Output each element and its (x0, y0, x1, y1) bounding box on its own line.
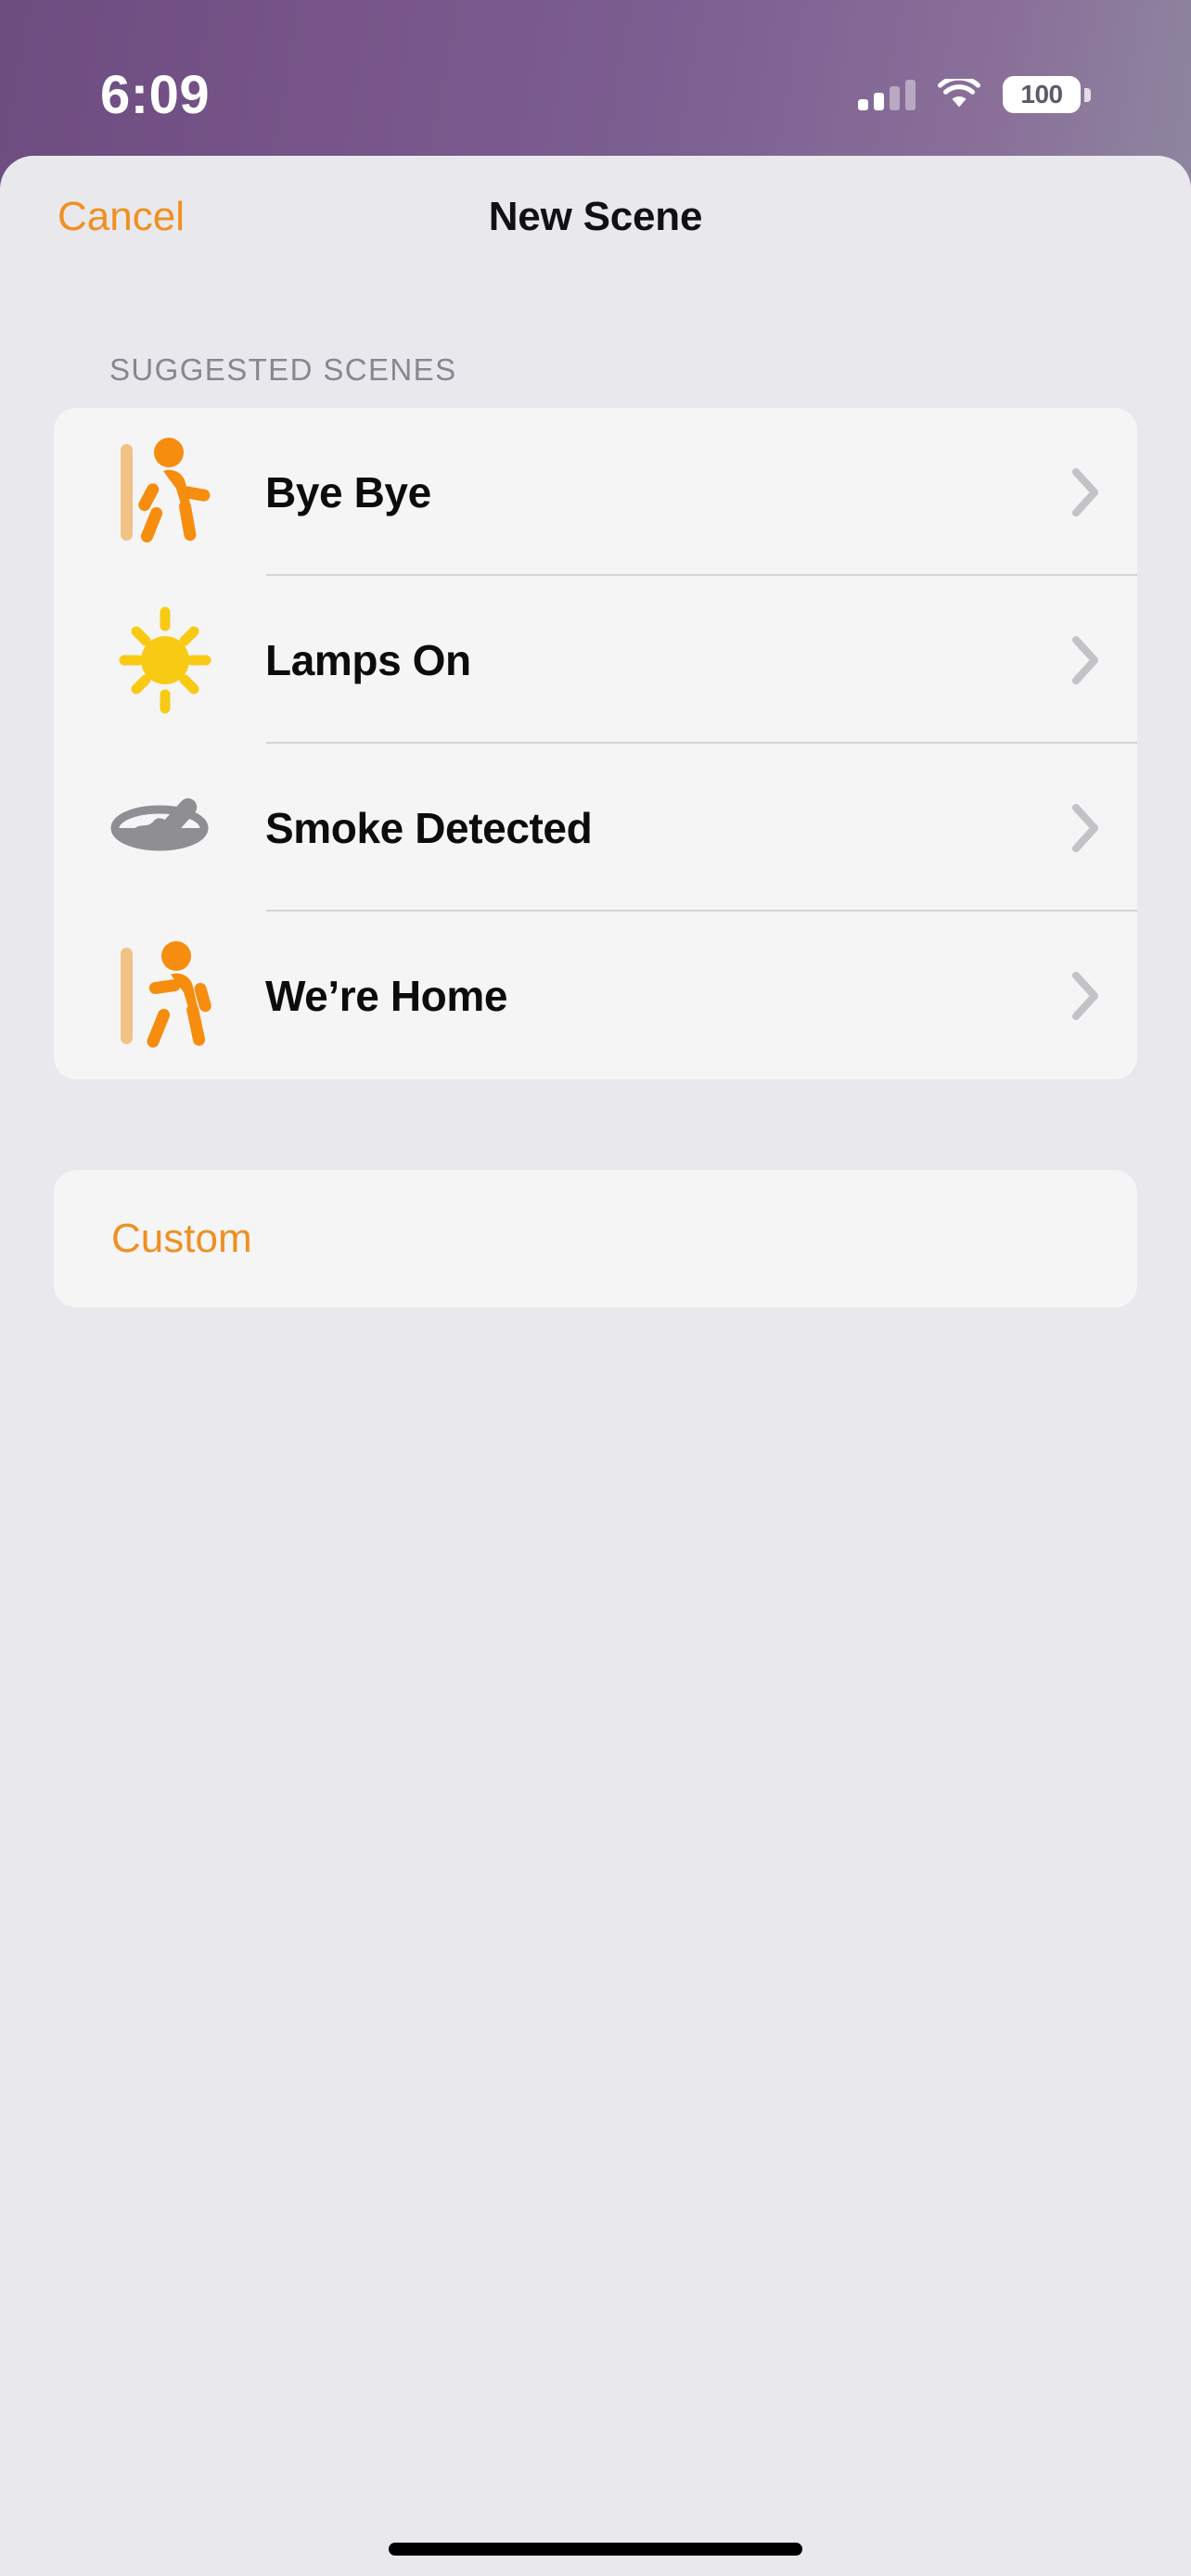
battery-level-label: 100 (1020, 80, 1063, 108)
list-item-label: Lamps On (265, 635, 471, 684)
list-item-label: Bye Bye (265, 467, 431, 516)
list-item-were-home[interactable]: We’re Home (54, 912, 1137, 1079)
status-bar-icons: 100 (858, 45, 1091, 113)
custom-scene-label: Custom (111, 1216, 252, 1261)
list-item-label: Smoke Detected (265, 803, 593, 852)
list-item-smoke-detected[interactable]: Smoke Detected (54, 744, 1137, 912)
list-item-label: We’re Home (265, 971, 508, 1020)
figure-walk-departure-icon (102, 427, 265, 557)
chevron-right-icon[interactable] (1054, 466, 1137, 518)
custom-scene-button[interactable]: Custom (54, 1170, 1137, 1307)
figure-walk-arrival-icon (102, 931, 265, 1061)
cancel-button[interactable]: Cancel (58, 194, 185, 240)
suggested-scenes-list: Bye Bye Lamps On Smoke Detected We’re Ho… (54, 408, 1137, 1079)
frying-pan-icon (102, 763, 265, 893)
battery-icon: 100 (1003, 76, 1091, 113)
battery-body: 100 (1003, 76, 1081, 113)
chevron-right-icon[interactable] (1054, 802, 1137, 854)
new-scene-sheet: Cancel New Scene SUGGESTED SCENES Bye By… (0, 156, 1191, 2576)
wifi-icon (938, 75, 980, 110)
sun-max-fill-icon (102, 595, 265, 725)
list-item-lamps-on[interactable]: Lamps On (54, 576, 1137, 744)
cellular-signal-icon (858, 79, 916, 110)
navigation-bar: Cancel New Scene (0, 156, 1191, 278)
section-header-suggested-scenes: SUGGESTED SCENES (109, 352, 457, 387)
chevron-right-icon[interactable] (1054, 970, 1137, 1022)
chevron-right-icon[interactable] (1054, 634, 1137, 686)
status-bar: 6:09 100 (0, 0, 1191, 158)
battery-tip (1084, 87, 1091, 102)
status-bar-time: 6:09 (100, 64, 211, 125)
home-indicator[interactable] (389, 2543, 802, 2556)
list-item-bye-bye[interactable]: Bye Bye (54, 408, 1137, 576)
